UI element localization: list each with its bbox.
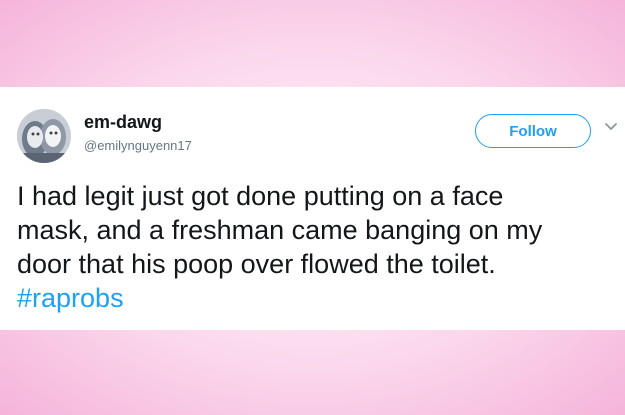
tweet-text: I had legit just got done putting on a f… bbox=[17, 179, 617, 315]
display-name[interactable]: em-dawg bbox=[84, 112, 162, 133]
tweet-card: em-dawg @emilynguyenn17 Follow I had leg… bbox=[0, 87, 625, 330]
tweet-text-line: mask, and a freshman came banging on my bbox=[17, 215, 543, 245]
avatar[interactable] bbox=[17, 109, 71, 163]
avatar-image bbox=[17, 109, 71, 163]
hashtag-link[interactable]: #raprobs bbox=[17, 281, 617, 315]
chevron-down-icon[interactable] bbox=[604, 120, 618, 134]
tweet-text-line: I had legit just got done putting on a f… bbox=[17, 181, 504, 211]
user-handle[interactable]: @emilynguyenn17 bbox=[84, 138, 192, 153]
follow-button[interactable]: Follow bbox=[475, 114, 591, 148]
tweet-text-line: door that his poop over flowed the toile… bbox=[17, 249, 496, 279]
